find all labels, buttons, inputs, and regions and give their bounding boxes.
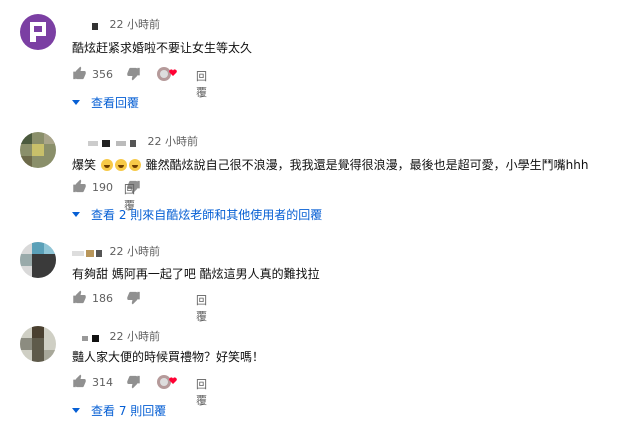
comment-text-prefix: 爆笑 xyxy=(72,158,97,172)
caret-down-icon xyxy=(72,212,80,217)
comment-time[interactable]: 22 小時前 xyxy=(110,18,161,31)
comment-2: 22 小時前 爆笑 雖然酷炫說自己很不浪漫，我我還是覺得很浪漫，最後也是超可愛，… xyxy=(0,125,630,225)
thumb-down-icon[interactable] xyxy=(126,290,141,305)
view-replies-button[interactable]: 查看 7 則回覆 xyxy=(72,402,166,419)
thumb-up-icon[interactable] xyxy=(72,66,87,81)
comment-1: 22 小時前 酷炫赶紧求婚啦不要让女生等太久 356 回覆 查看回覆 xyxy=(0,0,630,110)
author-name[interactable] xyxy=(72,333,102,342)
laughing-face-emoji xyxy=(100,159,113,171)
avatar[interactable] xyxy=(20,242,56,278)
laughing-face-emoji xyxy=(114,159,127,171)
creator-heart-icon xyxy=(156,374,178,392)
avatar[interactable] xyxy=(20,14,56,50)
like-count: 314 xyxy=(92,376,113,389)
like-count: 186 xyxy=(92,292,113,305)
caret-down-icon xyxy=(72,100,80,105)
laughing-face-emoji xyxy=(128,159,141,171)
comment-time[interactable]: 22 小時前 xyxy=(110,245,161,258)
view-replies-label: 查看 2 則來自酷炫老師和其他使用者的回覆 xyxy=(91,208,323,222)
comment-meta: 22 小時前 xyxy=(72,328,160,344)
comment-meta: 22 小時前 xyxy=(72,243,160,259)
comment-time[interactable]: 22 小時前 xyxy=(148,135,199,148)
reply-button[interactable]: 回覆 xyxy=(196,376,207,408)
reply-button[interactable]: 回覆 xyxy=(196,68,207,100)
thumb-up-icon[interactable] xyxy=(72,179,87,194)
caret-down-icon xyxy=(72,408,80,413)
thumb-down-icon[interactable] xyxy=(126,374,141,389)
avatar[interactable] xyxy=(20,326,56,362)
author-name[interactable] xyxy=(72,248,102,257)
like-count: 190 xyxy=(92,181,113,194)
comment-text: 豔人家大便的時候買禮物？好笑嗎！ xyxy=(72,350,265,364)
like-count: 356 xyxy=(92,68,113,81)
view-replies-button[interactable]: 查看 2 則來自酷炫老師和其他使用者的回覆 xyxy=(72,206,322,223)
comment-text: 酷炫赶紧求婚啦不要让女生等太久 xyxy=(72,41,253,55)
creator-heart-icon xyxy=(156,66,178,84)
avatar[interactable] xyxy=(20,132,56,168)
author-name[interactable] xyxy=(72,138,140,147)
comment-4: 22 小時前 豔人家大便的時候買禮物？好笑嗎！ 314 回覆 查看 7 則回覆 xyxy=(0,318,630,428)
view-replies-label: 查看回覆 xyxy=(91,96,140,110)
comment-text: 有夠甜 媽阿再一起了吧 酷炫這男人真的難找拉 xyxy=(72,267,320,281)
comment-meta: 22 小時前 xyxy=(72,16,160,32)
thumb-down-icon[interactable] xyxy=(126,66,141,81)
thumb-up-icon[interactable] xyxy=(72,290,87,305)
thumb-up-icon[interactable] xyxy=(72,374,87,389)
comment-meta: 22 小時前 xyxy=(72,133,198,149)
view-replies-label: 查看 7 則回覆 xyxy=(91,404,167,418)
view-replies-button[interactable]: 查看回覆 xyxy=(72,94,139,111)
comment-3: 22 小時前 有夠甜 媽阿再一起了吧 酷炫這男人真的難找拉 186 回覆 xyxy=(0,234,630,323)
author-name[interactable] xyxy=(72,21,102,30)
comment-text: 爆笑 雖然酷炫說自己很不浪漫，我我還是覺得很浪漫，最後也是超可愛，小學生鬥嘴hh… xyxy=(72,156,589,173)
comment-text-body: 雖然酷炫說自己很不浪漫，我我還是覺得很浪漫，最後也是超可愛，小學生鬥嘴hhh xyxy=(145,158,589,172)
comment-time[interactable]: 22 小時前 xyxy=(110,330,161,343)
